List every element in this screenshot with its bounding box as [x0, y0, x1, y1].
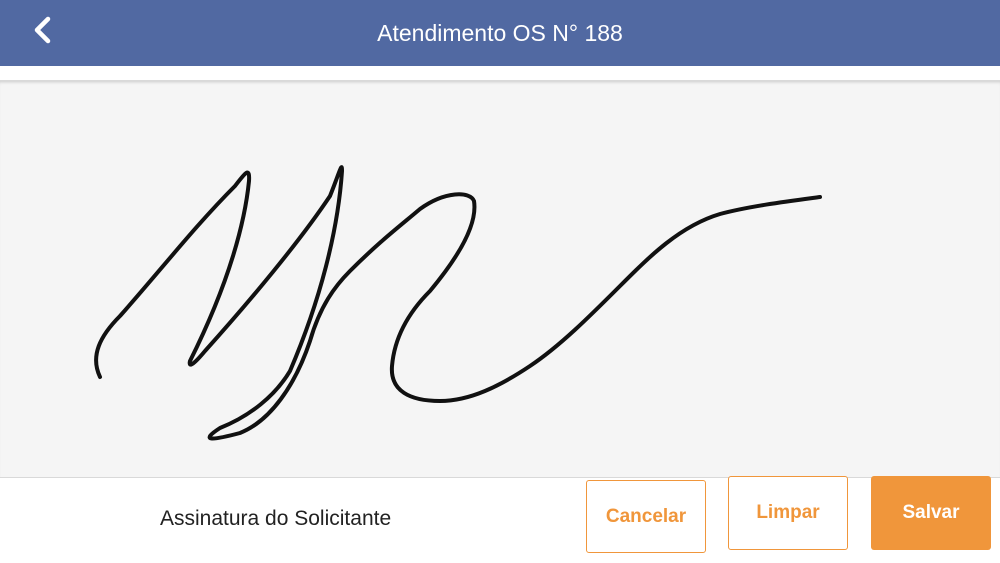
signature-screen: Atendimento OS N° 188 Assinatura do Soli… — [0, 0, 1000, 563]
page-title: Atendimento OS N° 188 — [377, 20, 623, 46]
signature-pad[interactable] — [0, 80, 1000, 478]
clear-button[interactable]: Limpar — [728, 476, 848, 550]
save-button[interactable]: Salvar — [871, 476, 991, 550]
chevron-left-icon — [31, 15, 53, 50]
signature-stroke — [94, 165, 822, 441]
header-spacer — [0, 66, 1000, 80]
navigation-bar: Atendimento OS N° 188 — [0, 0, 1000, 66]
action-bar — [0, 478, 1000, 563]
signature-drawing — [94, 165, 822, 441]
cancel-button[interactable]: Cancelar — [586, 480, 706, 553]
back-button[interactable] — [22, 10, 62, 54]
signature-caption: Assinatura do Solicitante — [160, 507, 392, 530]
